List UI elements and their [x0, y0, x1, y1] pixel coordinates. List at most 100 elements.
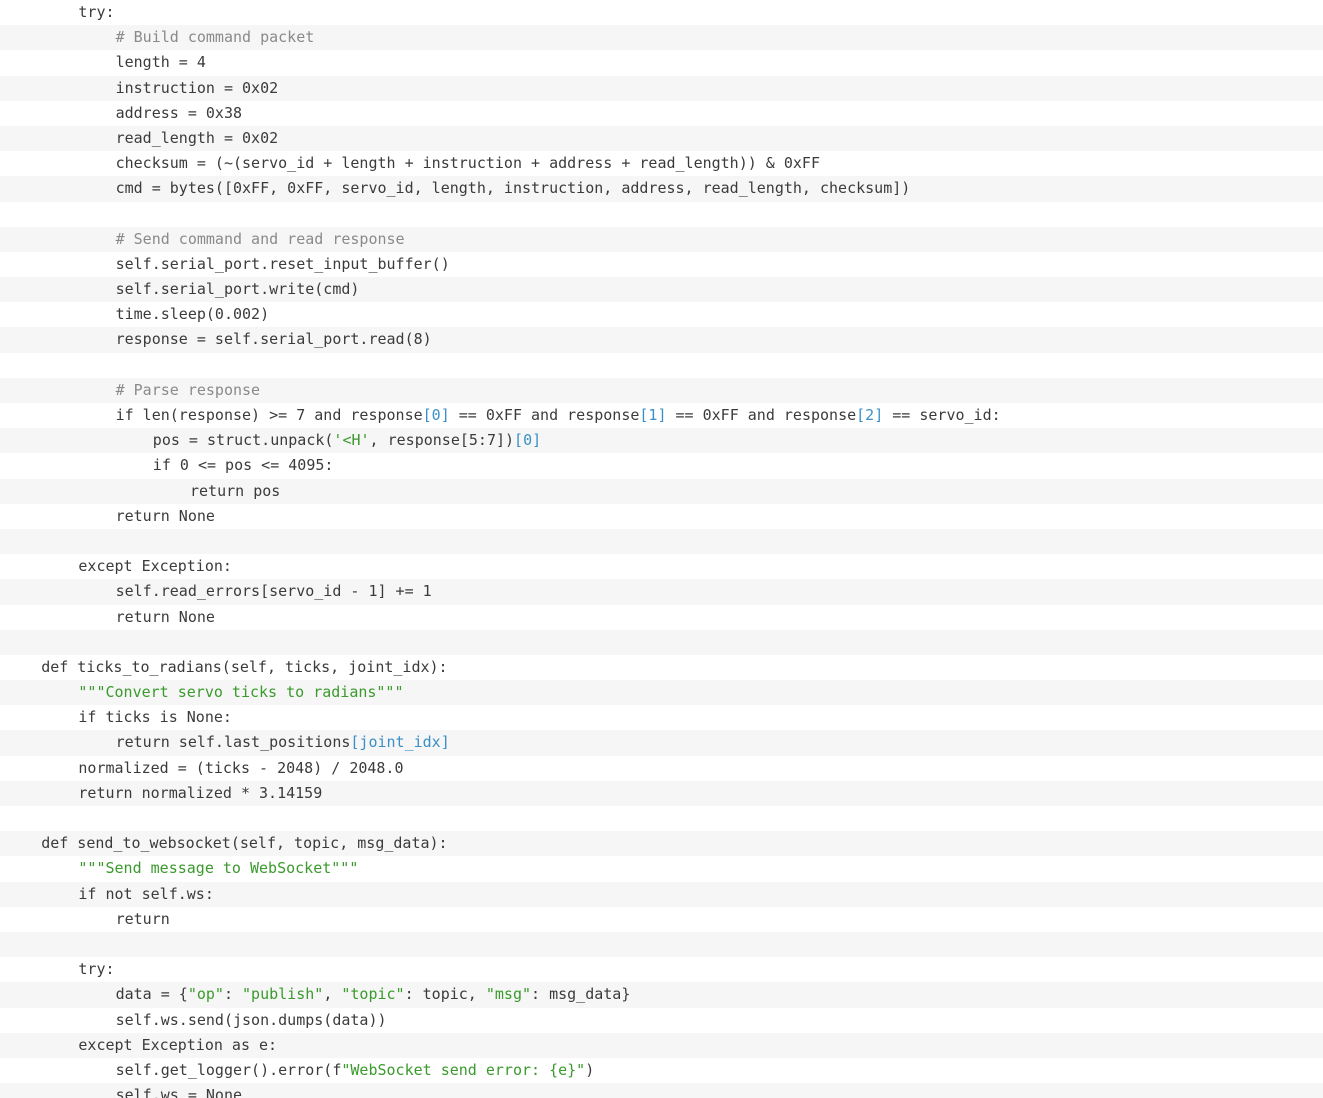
code-line-text: time.sleep(0.002) [116, 302, 270, 327]
code-line-text: if 0 <= pos <= 4095: [153, 453, 334, 478]
code-token-plain: return self.last_positions [115, 733, 351, 752]
code-line-text: def send_to_websocket(self, topic, msg_d… [41, 831, 447, 856]
code-line-text: pos = struct.unpack('<H', response[5:7])… [153, 428, 541, 453]
code-token-string: """Send message to WebSocket""" [78, 859, 359, 878]
code-token-comment: # Build command packet [115, 28, 315, 47]
code-line-text: instruction = 0x02 [116, 76, 279, 101]
code-line: """Send message to WebSocket""" [0, 856, 1323, 881]
code-token-plain: if ticks is None: [78, 708, 232, 727]
code-token-plain: return pos [190, 481, 281, 500]
code-token-plain: address = 0x38 [115, 103, 243, 122]
code-token-plain: self.serial_port.write(cmd) [115, 280, 360, 299]
code-line-blank [0, 629, 1323, 655]
code-line: return pos [0, 478, 1323, 504]
code-token-plain: cmd = bytes([0xFF, 0xFF, servo_id, lengt… [115, 179, 911, 198]
code-token-plain: self.serial_port.reset_input_buffer() [115, 254, 450, 273]
code-line-text: read_length = 0x02 [116, 126, 279, 151]
code-token-plain: self.read_errors[servo_id - 1] += 1 [115, 582, 432, 601]
code-line: cmd = bytes([0xFF, 0xFF, servo_id, lengt… [0, 176, 1323, 202]
code-token-index: [1] [639, 406, 667, 424]
code-token-plain: == servo_id: [883, 406, 1001, 424]
code-token-plain: read_length = 0x02 [115, 128, 279, 147]
code-token-plain: if not self.ws: [78, 884, 214, 903]
code-token-plain: def ticks_to_radians(self, ticks, joint_… [41, 657, 448, 676]
code-token-index: [joint_idx] [350, 733, 450, 752]
code-line-text: if not self.ws: [78, 882, 213, 907]
code-line-text: self.read_errors[servo_id - 1] += 1 [116, 579, 432, 604]
code-line: return self.last_positions[joint_idx] [0, 730, 1323, 756]
code-token-string: """Convert servo ticks to radians""" [78, 683, 404, 702]
code-token-plain: : topic, [404, 985, 486, 1004]
code-line-text: data = {"op": "publish", "topic": topic,… [116, 982, 631, 1007]
code-line-text: # Build command packet [116, 25, 315, 50]
code-line-text: """Convert servo ticks to radians""" [78, 680, 403, 705]
code-line-text: if ticks is None: [78, 705, 232, 730]
code-token-plain: if len(response) >= 7 and response [115, 406, 423, 424]
code-line: # Parse response [0, 377, 1323, 403]
code-line: self.read_errors[servo_id - 1] += 1 [0, 579, 1323, 605]
code-line-text: except Exception as e: [78, 1033, 277, 1058]
code-line: self.get_logger().error(f"WebSocket send… [0, 1058, 1323, 1083]
code-line-text: cmd = bytes([0xFF, 0xFF, servo_id, lengt… [116, 176, 911, 201]
code-token-string: "WebSocket send error: {e}" [341, 1060, 586, 1079]
code-token-string: "msg" [485, 985, 532, 1004]
code-block: try: # Build command packet length = 4 inst… [0, 0, 1323, 1098]
code-token-plain: ) [585, 1060, 595, 1079]
code-line: # Send command and read response [0, 226, 1323, 252]
code-token-plain: normalized = (ticks - 2048) / 2048.0 [78, 758, 404, 777]
code-token-plain: self.ws.send(json.dumps(data)) [115, 1010, 387, 1029]
code-line-text: self.get_logger().error(f"WebSocket send… [116, 1058, 595, 1083]
code-line: if not self.ws: [0, 881, 1323, 907]
code-line-text: try: [78, 957, 114, 982]
code-line-text: normalized = (ticks - 2048) / 2048.0 [78, 756, 403, 781]
code-token-plain: checksum = (~(servo_id + length + instru… [115, 154, 820, 173]
code-line-text: self.ws = None [116, 1083, 242, 1098]
code-line: self.ws.send(json.dumps(data)) [0, 1008, 1323, 1033]
code-token-plain: return normalized * 3.14159 [78, 783, 323, 802]
code-token-string: "publish" [242, 985, 324, 1004]
code-line-text: response = self.serial_port.read(8) [116, 327, 432, 352]
code-line: try: [0, 0, 1323, 25]
code-token-index: [0] [422, 406, 450, 424]
code-token-plain: : msg_data} [531, 985, 631, 1004]
code-token-string: '<H' [333, 431, 370, 450]
code-line: if 0 <= pos <= 4095: [0, 453, 1323, 478]
code-token-comment: # Send command and read response [115, 229, 405, 248]
code-line: response = self.serial_port.read(8) [0, 327, 1323, 353]
code-line: length = 4 [0, 50, 1323, 75]
code-line: if len(response) >= 7 and response[0] ==… [0, 403, 1323, 428]
code-token-plain: try: [78, 960, 115, 979]
code-token-plain: , [323, 985, 342, 1004]
code-line: """Convert servo ticks to radians""" [0, 680, 1323, 706]
code-token-plain: except Exception: [78, 557, 232, 576]
code-line: checksum = (~(servo_id + length + instru… [0, 151, 1323, 176]
code-token-plain: instruction = 0x02 [115, 78, 279, 97]
code-token-plain: data = { [115, 985, 188, 1004]
code-token-plain: == 0xFF and response [666, 406, 857, 424]
code-line-blank [0, 528, 1323, 555]
code-token-string: "op" [187, 985, 224, 1004]
code-line: return [0, 907, 1323, 932]
code-line-text: # Send command and read response [116, 227, 405, 252]
code-line: def ticks_to_radians(self, ticks, joint_… [0, 655, 1323, 680]
code-line: # Build command packet [0, 25, 1323, 51]
code-line: return None [0, 504, 1323, 529]
code-line-text: return self.last_positions[joint_idx] [116, 730, 450, 755]
code-token-plain: response = self.serial_port.read(8) [115, 330, 432, 349]
code-line-text: # Parse response [116, 378, 261, 403]
code-line-text: length = 4 [116, 50, 206, 75]
code-line: def send_to_websocket(self, topic, msg_d… [0, 831, 1323, 857]
code-line-text: return normalized * 3.14159 [78, 781, 322, 806]
code-line: self.serial_port.reset_input_buffer() [0, 252, 1323, 277]
code-line: self.serial_port.write(cmd) [0, 277, 1323, 303]
code-token-plain: == 0xFF and response [449, 406, 640, 424]
code-line: read_length = 0x02 [0, 125, 1323, 152]
code-line-text: self.serial_port.write(cmd) [116, 277, 360, 302]
code-line-text: return None [116, 504, 215, 529]
code-line: pos = struct.unpack('<H', response[5:7])… [0, 428, 1323, 454]
code-token-plain: try: [78, 3, 115, 21]
code-line: if ticks is None: [0, 705, 1323, 730]
code-token-plain: : [223, 985, 243, 1004]
